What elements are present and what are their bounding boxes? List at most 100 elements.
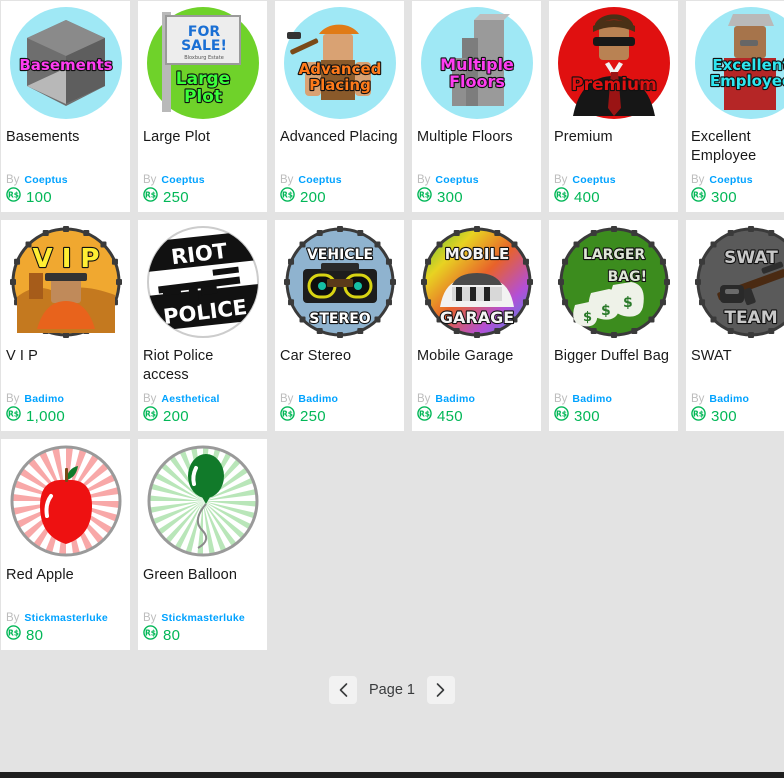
gamepass-title[interactable]: Car Stereo — [280, 347, 399, 366]
gamepass-card[interactable]: Red Apple By Stickmasterluke R$ 80 — [0, 438, 131, 651]
vip-thumbnail[interactable]: V I P — [1, 220, 130, 343]
gamepass-card[interactable]: Excellent Employee Excellent Employee By Coe… — [685, 0, 784, 213]
gamepass-card[interactable]: Advanced Placing Advanced Placing By Coeptus… — [274, 0, 405, 213]
gamepass-card[interactable]: FOR SALE! Bloxburg Estate Large Plot Large Pl… — [137, 0, 268, 213]
advanced-placing-thumbnail[interactable]: Advanced Placing — [275, 1, 404, 124]
swat-thumbnail[interactable]: SWAT TEAM — [686, 220, 784, 343]
by-label: By — [6, 612, 20, 624]
creator-link[interactable]: Badimo — [572, 393, 612, 405]
chevron-right-icon — [435, 682, 446, 698]
next-page-button[interactable] — [426, 676, 455, 704]
gamepass-title[interactable]: Bigger Duffel Bag — [554, 347, 673, 366]
mobile-garage-thumbnail[interactable]: MOBILE GARAGE — [412, 220, 541, 343]
by-label: By — [691, 174, 705, 186]
gamepass-card[interactable]: $ $ $ LARGER BAG! Bigger Duffel Bag By Badimo R$… — [548, 219, 679, 432]
price-value: 200 — [163, 407, 189, 425]
gamepass-card[interactable]: V I P V I P By Badimo R$ 1,000 — [0, 219, 131, 432]
red-apple-thumbnail[interactable] — [1, 439, 130, 562]
gamepass-title[interactable]: Basements — [6, 128, 125, 147]
gamepass-price: R$ 300 — [417, 187, 536, 207]
creator-link[interactable]: Coeptus — [298, 174, 341, 186]
gamepass-price: R$ 250 — [280, 406, 399, 426]
bigger-duffel-bag-thumbnail[interactable]: $ $ $ LARGER BAG! — [549, 220, 678, 343]
gamepass-meta: Large Plot By Coeptus R$ 250 — [138, 124, 267, 212]
gamepass-title[interactable]: Premium — [554, 128, 673, 147]
by-label: By — [280, 393, 294, 405]
gamepass-title[interactable]: Red Apple — [6, 566, 125, 585]
riot-police-thumbnail[interactable]: RIOT POLICE — [138, 220, 267, 343]
by-label: By — [143, 393, 157, 405]
creator-link[interactable]: Badimo — [709, 393, 749, 405]
robux-icon: R$ — [691, 187, 706, 207]
svg-text:R$: R$ — [282, 191, 293, 200]
svg-text:MOBILE: MOBILE — [444, 245, 509, 263]
multiple-floors-thumbnail[interactable]: Multiple Floors — [412, 1, 541, 124]
creator-link[interactable]: Coeptus — [161, 174, 204, 186]
gamepass-title[interactable]: Large Plot — [143, 128, 262, 147]
gamepass-byline: By Coeptus — [417, 174, 536, 186]
creator-link[interactable]: Coeptus — [572, 174, 615, 186]
price-value: 80 — [26, 626, 44, 644]
robux-icon: R$ — [6, 625, 21, 645]
creator-link[interactable]: Stickmasterluke — [161, 612, 245, 624]
gamepass-title[interactable]: Green Balloon — [143, 566, 262, 585]
gamepass-card[interactable]: Premium Premium By Coeptus R$ 400 — [548, 0, 679, 213]
creator-link[interactable]: Badimo — [435, 393, 475, 405]
basements-thumbnail[interactable]: Basements — [1, 1, 130, 124]
creator-link[interactable]: Coeptus — [709, 174, 752, 186]
large-plot-thumbnail[interactable]: FOR SALE! Bloxburg Estate Large Plot — [138, 1, 267, 124]
svg-text:$: $ — [623, 295, 633, 311]
gamepass-card[interactable]: RIOT POLICE Riot Police access By Aesthetica… — [137, 219, 268, 432]
gamepass-title[interactable]: Excellent Employee — [691, 128, 784, 166]
gamepass-byline: By Coeptus — [6, 174, 125, 186]
robux-icon: R$ — [143, 187, 158, 207]
svg-text:R$: R$ — [282, 410, 293, 419]
creator-link[interactable]: Coeptus — [24, 174, 67, 186]
gamepass-price: R$ 300 — [691, 187, 784, 207]
car-stereo-thumbnail[interactable]: VEHICLE STEREO — [275, 220, 404, 343]
creator-link[interactable]: Badimo — [298, 393, 338, 405]
gamepass-footer: By Badimo R$ 250 — [280, 393, 399, 426]
gamepass-byline: By Badimo — [6, 393, 125, 405]
price-value: 250 — [163, 188, 189, 206]
svg-text:R$: R$ — [419, 191, 430, 200]
gamepass-title[interactable]: V I P — [6, 347, 125, 366]
gamepass-price: R$ 250 — [143, 187, 262, 207]
by-label: By — [691, 393, 705, 405]
gamepass-footer: By Stickmasterluke R$ 80 — [143, 612, 262, 645]
price-value: 1,000 — [26, 407, 66, 425]
previous-page-button[interactable] — [329, 676, 358, 704]
green-balloon-thumbnail[interactable] — [138, 439, 267, 562]
svg-text:V I P: V I P — [32, 244, 99, 274]
gamepass-card[interactable]: Multiple Floors Multiple Floors By Coeptus R$… — [411, 0, 542, 213]
gamepass-card[interactable]: SWAT TEAM SWAT By Badimo R$ 300 — [685, 219, 784, 432]
creator-link[interactable]: Aesthetical — [161, 393, 219, 405]
gamepass-title[interactable]: Riot Police access — [143, 347, 262, 385]
excellent-employee-thumbnail[interactable]: Excellent Employee — [686, 1, 784, 124]
premium-thumbnail[interactable]: Premium — [549, 1, 678, 124]
robux-icon: R$ — [417, 187, 432, 207]
svg-text:Basements: Basements — [19, 56, 112, 74]
gamepass-title[interactable]: Mobile Garage — [417, 347, 536, 366]
price-value: 80 — [163, 626, 181, 644]
gamepass-meta: V I P By Badimo R$ 1,000 — [1, 343, 130, 431]
gamepass-card[interactable]: Green Balloon By Stickmasterluke R$ 80 — [137, 438, 268, 651]
gamepass-byline: By Badimo — [280, 393, 399, 405]
gamepass-card[interactable]: Basements Basements By Coeptus R$ 100 — [0, 0, 131, 213]
gamepass-price: R$ 300 — [554, 406, 673, 426]
gamepass-title[interactable]: Multiple Floors — [417, 128, 536, 147]
creator-link[interactable]: Coeptus — [435, 174, 478, 186]
svg-text:R$: R$ — [8, 191, 19, 200]
price-value: 100 — [26, 188, 52, 206]
gamepass-title[interactable]: SWAT — [691, 347, 784, 366]
gamepass-card[interactable]: MOBILE GARAGE Mobile Garage By Badimo R$ 450 — [411, 219, 542, 432]
gamepass-footer: By Coeptus R$ 100 — [6, 174, 125, 207]
gamepass-byline: By Coeptus — [280, 174, 399, 186]
creator-link[interactable]: Stickmasterluke — [24, 612, 108, 624]
gamepass-card[interactable]: VEHICLE STEREO Car Stereo By Badimo R$ 250 — [274, 219, 405, 432]
gamepass-meta: Bigger Duffel Bag By Badimo R$ 300 — [549, 343, 678, 431]
creator-link[interactable]: Badimo — [24, 393, 64, 405]
gamepass-title[interactable]: Advanced Placing — [280, 128, 399, 147]
price-value: 200 — [300, 188, 326, 206]
gamepass-meta: Basements By Coeptus R$ 100 — [1, 124, 130, 212]
